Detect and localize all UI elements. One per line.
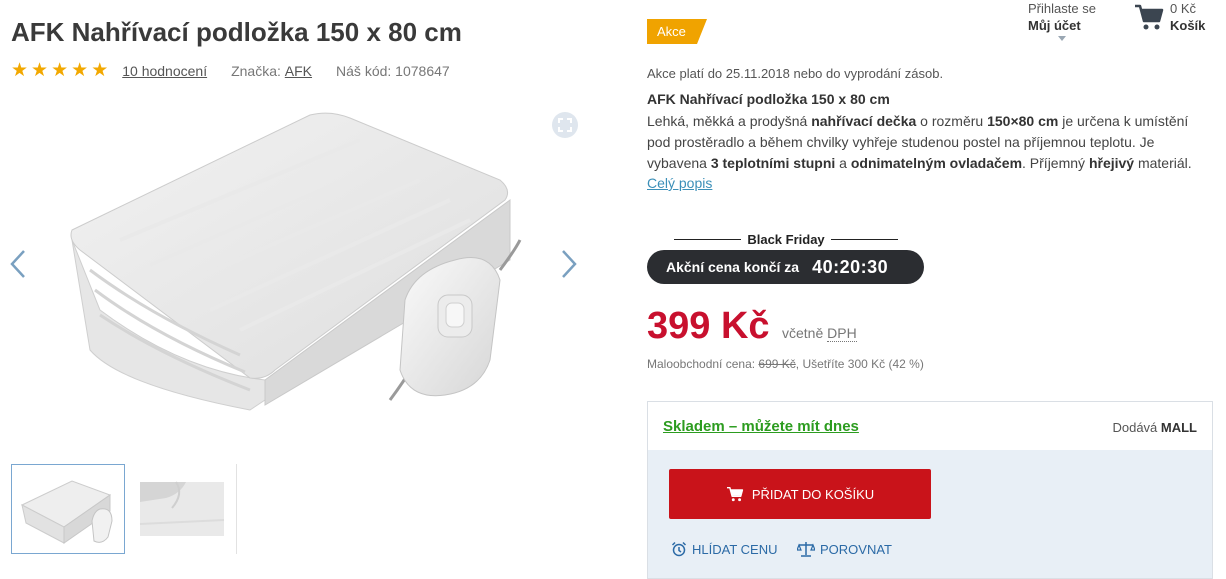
chevron-left-icon (10, 250, 25, 278)
add-to-cart-button[interactable]: PŘIDAT DO KOŠÍKU (669, 469, 931, 519)
product-title: AFK Nahřívací podložka 150 x 80 cm (11, 17, 462, 47)
scales-icon (797, 542, 815, 557)
expand-icon (558, 118, 572, 132)
product-main-image[interactable] (60, 100, 530, 430)
account-menu[interactable]: Přihlaste se Můj účet (1028, 0, 1096, 34)
purchase-box: Skladem – můžete mít dnes Dodává MALL PŘ… (647, 401, 1213, 579)
reviews-link[interactable]: 10 hodnocení (122, 63, 207, 79)
product-code: 1078647 (395, 63, 450, 79)
compare-button[interactable]: POROVNAT (797, 541, 892, 557)
full-description-link[interactable]: Celý popis (647, 175, 712, 191)
retail-price-info: Maloobchodní cena: 699 Kč, Ušetříte 300 … (647, 357, 924, 371)
star-icon: ★ (11, 60, 29, 81)
cart-summary[interactable]: 0 Kč Košík (1170, 0, 1205, 34)
gallery-thumbnail[interactable] (11, 464, 125, 554)
watch-price-label: HLÍDAT CENU (692, 541, 778, 557)
gallery-prev-button[interactable] (3, 244, 33, 284)
watch-price-button[interactable]: HLÍDAT CENU (671, 541, 777, 557)
purchase-actions: PŘIDAT DO KOŠÍKU HLÍDAT CENU POROVNAT (648, 450, 1212, 578)
brand-label: Značka: (231, 63, 281, 79)
gallery-divider (236, 464, 237, 554)
chevron-down-icon (1058, 36, 1066, 41)
retail-price: 699 Kč (758, 357, 796, 371)
gallery-thumbnail[interactable] (136, 464, 250, 554)
stock-status-link[interactable]: Skladem – můžete mít dnes (663, 418, 859, 435)
vat-note: včetně DPH (782, 325, 857, 342)
description-text: Lehká, měkká a prodyšná nahřívací dečka … (647, 113, 1192, 171)
star-icon: ★ (71, 60, 89, 81)
event-name: Black Friday (747, 231, 825, 247)
supplier-name: MALL (1160, 420, 1197, 435)
promo-badge-label: Akce (657, 24, 686, 39)
add-to-cart-label: PŘIDAT DO KOŠÍKU (751, 486, 875, 502)
brand-link[interactable]: AFK (285, 63, 312, 79)
product-price: 399 Kč (647, 305, 770, 347)
cart-icon (726, 487, 743, 502)
rating-stars[interactable]: ★ ★ ★ ★ ★ (11, 60, 109, 81)
divider-line (674, 238, 742, 240)
cart-label: Košík (1170, 18, 1206, 33)
divider-line (830, 238, 899, 240)
gallery-next-button[interactable] (554, 244, 584, 284)
vat-abbr: DPH (827, 325, 857, 342)
supplier-info: Dodává MALL (1112, 420, 1197, 435)
cart-icon[interactable] (1134, 3, 1164, 31)
countdown-banner: Akční cena končí za 40:20:30 (647, 250, 924, 284)
product-meta: ★ ★ ★ ★ ★ 10 hodnocení Značka: AFK Náš k… (11, 60, 450, 81)
compare-label: POROVNAT (820, 541, 892, 557)
expand-image-button[interactable] (552, 112, 578, 138)
event-label: Black Friday (674, 231, 899, 247)
availability-row: Skladem – můžete mít dnes Dodává MALL (648, 402, 1212, 450)
star-icon: ★ (51, 60, 69, 81)
thumbnail-image (20, 480, 113, 544)
star-icon: ★ (31, 60, 49, 81)
promo-badge: Akce (647, 19, 707, 44)
star-icon: ★ (91, 60, 109, 81)
account-label: Můj účet (1028, 18, 1081, 33)
countdown-timer: 40:20:30 (812, 256, 889, 277)
description-title: AFK Nahřívací podložka 150 x 80 cm (647, 91, 890, 107)
chevron-right-icon (562, 250, 577, 278)
thumbnail-image (139, 481, 225, 536)
promo-validity: Akce platí do 25.11.2018 nebo do vyprodá… (647, 66, 944, 81)
countdown-label: Akční cena končí za (666, 259, 800, 275)
cart-amount: 0 Kč (1170, 1, 1197, 16)
alarm-clock-icon (671, 541, 687, 557)
login-label: Přihlaste se (1028, 1, 1096, 16)
code-label: Náš kód: (336, 63, 392, 79)
